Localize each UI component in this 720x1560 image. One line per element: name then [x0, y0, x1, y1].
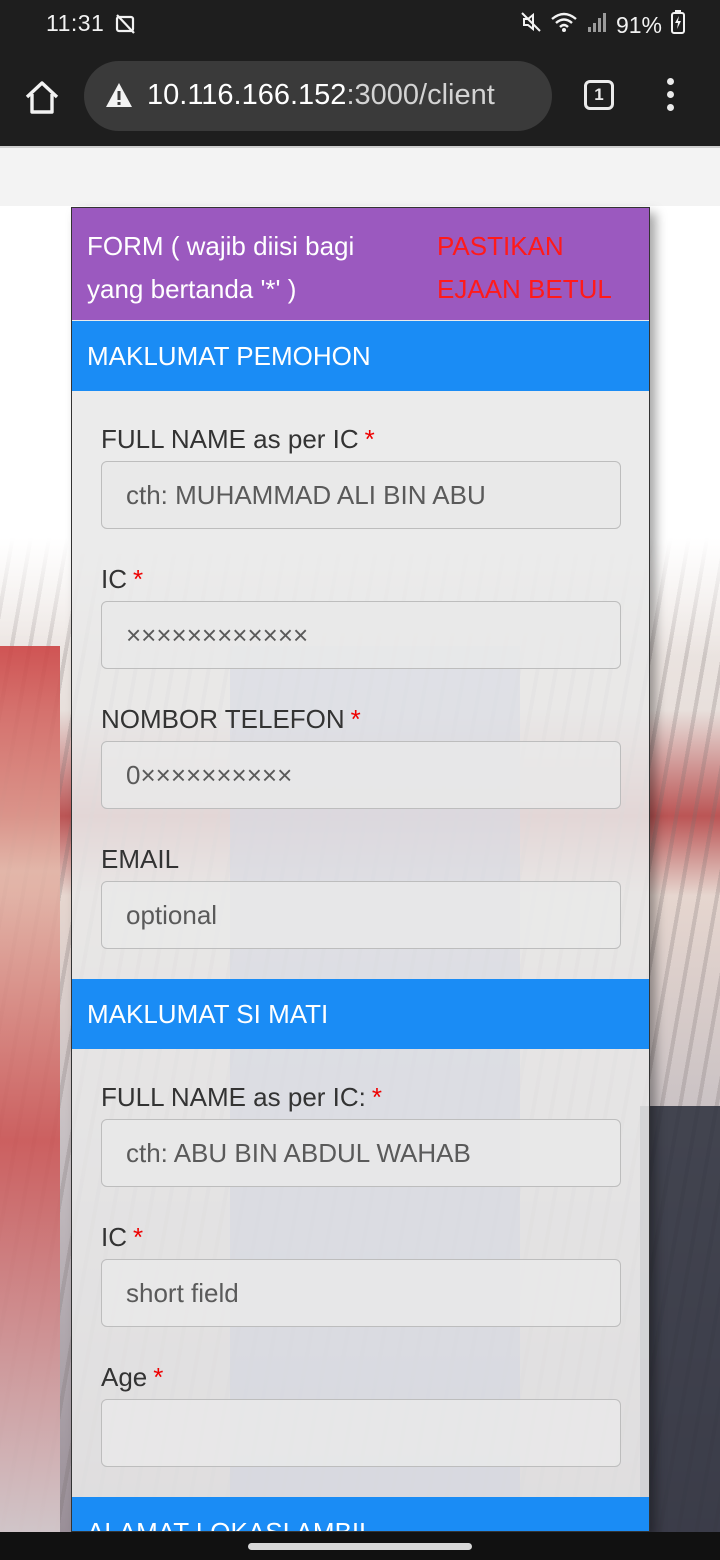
form-card: FORM ( wajib diisi bagi yang bertanda '*… — [71, 207, 650, 1532]
applicant-phone-label: NOMBOR TELEFON * — [101, 704, 361, 734]
applicant-ic-input[interactable] — [101, 601, 621, 669]
deceased-ic-label: IC * — [101, 1222, 144, 1252]
url-path: :3000/client — [346, 79, 495, 111]
required-mark: * — [364, 424, 375, 454]
more-options-icon[interactable] — [662, 78, 678, 118]
section-maklumat-pemohon: MAKLUMAT PEMOHON — [72, 321, 649, 391]
applicant-name-label: FULL NAME as per IC * — [101, 424, 375, 454]
browser-toolbar: 10.116.166.152:3000/client 1 — [0, 50, 720, 146]
battery-icon — [670, 10, 686, 40]
section-alamat-lokasi-ambil: ALAMAT LOKASI AMBIL — [72, 1497, 649, 1531]
warning-icon[interactable] — [104, 81, 134, 114]
form-header-text: FORM ( wajib diisi bagi yang bertanda '*… — [87, 231, 355, 304]
required-mark: * — [133, 1222, 144, 1252]
do-not-disturb-icon — [114, 13, 136, 40]
deceased-name-label: FULL NAME as per IC: * — [101, 1082, 383, 1112]
status-time: 11:31 — [46, 10, 105, 36]
required-mark: * — [153, 1362, 164, 1392]
form-header: FORM ( wajib diisi bagi yang bertanda '*… — [72, 208, 649, 320]
required-mark: * — [371, 1082, 383, 1112]
applicant-ic-label: IC * — [101, 564, 144, 594]
tab-switcher-button[interactable]: 1 — [584, 80, 614, 110]
required-mark: * — [350, 704, 361, 734]
applicant-name-input[interactable] — [101, 461, 621, 529]
deceased-name-input[interactable] — [101, 1119, 621, 1187]
deceased-age-input[interactable] — [101, 1399, 621, 1467]
home-icon[interactable] — [22, 78, 62, 123]
navigation-bar — [0, 1532, 720, 1560]
status-bar: 11:31 91% — [0, 0, 720, 50]
wifi-icon — [550, 11, 578, 39]
required-mark: * — [133, 564, 144, 594]
applicant-email-label: EMAIL — [101, 844, 180, 874]
page-top-strip — [0, 146, 720, 206]
applicant-email-input[interactable] — [101, 881, 621, 949]
deceased-age-label: Age * — [101, 1362, 164, 1392]
signal-icon — [586, 11, 608, 39]
applicant-phone-input[interactable] — [101, 741, 621, 809]
address-bar[interactable]: 10.116.166.152:3000/client — [84, 61, 552, 131]
url-host: 10.116.166.152 — [147, 79, 347, 111]
section-maklumat-si-mati: MAKLUMAT SI MATI — [72, 979, 649, 1049]
spelling-warning: PASTIKAN EJAAN BETUL — [437, 231, 612, 304]
battery-percent: 91% — [615, 11, 662, 38]
home-gesture-handle[interactable] — [248, 1543, 472, 1550]
mute-icon — [520, 11, 542, 39]
deceased-ic-input[interactable] — [101, 1259, 621, 1327]
url-text[interactable]: 10.116.166.152:3000/client — [147, 79, 495, 112]
status-icons: 91% — [520, 10, 686, 40]
